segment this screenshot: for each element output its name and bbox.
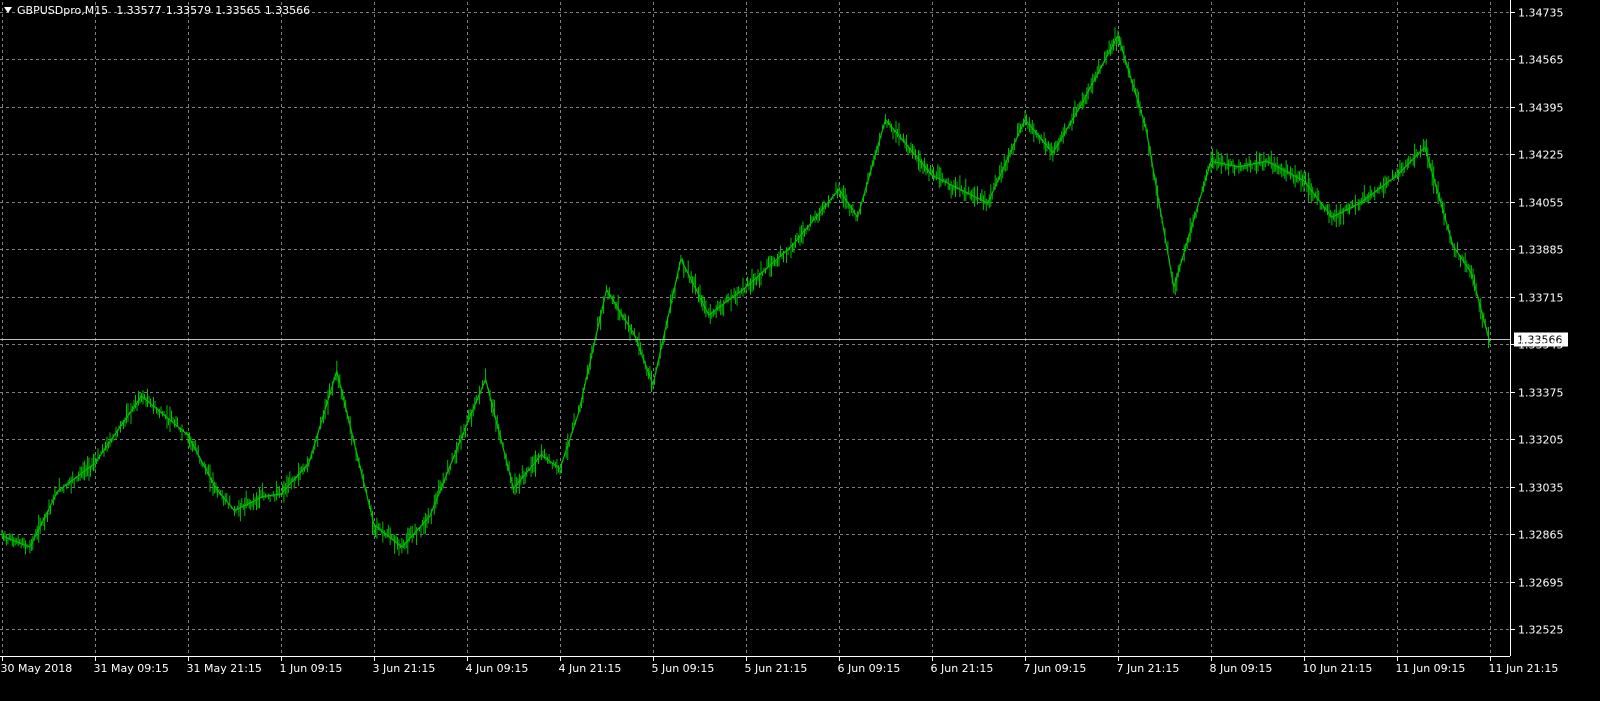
y-tick-label: 1.34735 (1518, 7, 1564, 20)
y-tick-label: 1.33715 (1518, 292, 1564, 305)
symbol-label: GBPUSDpro,M15 (17, 3, 109, 17)
x-tick-label: 11 Jun 21:15 (1489, 662, 1559, 675)
y-tick-label: 1.33545 (1518, 339, 1564, 352)
chart-window[interactable]: 1.33566 1.34735 1.34565 1.34395 1.34225 1.34… (0, 0, 1600, 697)
y-tick-label: 1.32695 (1518, 577, 1564, 590)
x-tick-label: 8 Jun 09:15 (1210, 662, 1273, 675)
y-tick-label: 1.32525 (1518, 624, 1564, 637)
x-tick-label: 4 Jun 21:15 (559, 662, 622, 675)
open-price: 1.33577 (116, 3, 162, 17)
y-tick-label: 1.33375 (1518, 387, 1564, 400)
x-tick-label: 7 Jun 21:15 (1117, 662, 1180, 675)
close-price: 1.33566 (264, 3, 311, 17)
x-tick-label: 10 Jun 21:15 (1303, 662, 1373, 675)
y-tick-label: 1.34225 (1518, 149, 1564, 162)
y-tick-label: 1.34565 (1518, 54, 1564, 67)
chart-header: GBPUSDpro,M15 1.33577 1.33579 1.33565 1.… (4, 2, 314, 18)
axes: 1.34735 1.34565 1.34395 1.34225 1.34055 1.338… (0, 0, 1564, 675)
x-tick-label: 31 May 09:15 (94, 662, 169, 675)
low-price: 1.33565 (215, 3, 261, 17)
x-tick-label: 7 Jun 09:15 (1024, 662, 1087, 675)
x-tick-label: 31 May 21:15 (187, 662, 262, 675)
price-bars (1, 27, 1489, 556)
grid (0, 2, 1510, 656)
x-tick-label: 3 Jun 21:15 (373, 662, 436, 675)
x-tick-label: 6 Jun 21:15 (931, 662, 994, 675)
high-price: 1.33579 (165, 3, 212, 17)
y-tick-label: 1.34395 (1518, 102, 1564, 115)
x-tick-label: 6 Jun 09:15 (838, 662, 901, 675)
x-tick-label: 30 May 2018 (1, 662, 73, 675)
y-tick-label: 1.34055 (1518, 197, 1564, 210)
x-tick-label: 1 Jun 09:15 (280, 662, 343, 675)
x-tick-label: 11 Jun 09:15 (1396, 662, 1466, 675)
y-tick-label: 1.32865 (1518, 529, 1564, 542)
x-tick-label: 4 Jun 09:15 (466, 662, 529, 675)
x-tick-label: 5 Jun 09:15 (652, 662, 715, 675)
y-tick-label: 1.33035 (1518, 482, 1564, 495)
triangle-down-icon[interactable] (4, 7, 12, 13)
price-chart[interactable]: 1.33566 1.347351.345651.343951.342251.34… (0, 0, 1600, 697)
y-tick-label: 1.33205 (1518, 434, 1564, 447)
y-tick-label: 1.33885 (1518, 244, 1564, 257)
x-tick-label: 5 Jun 21:15 (745, 662, 808, 675)
